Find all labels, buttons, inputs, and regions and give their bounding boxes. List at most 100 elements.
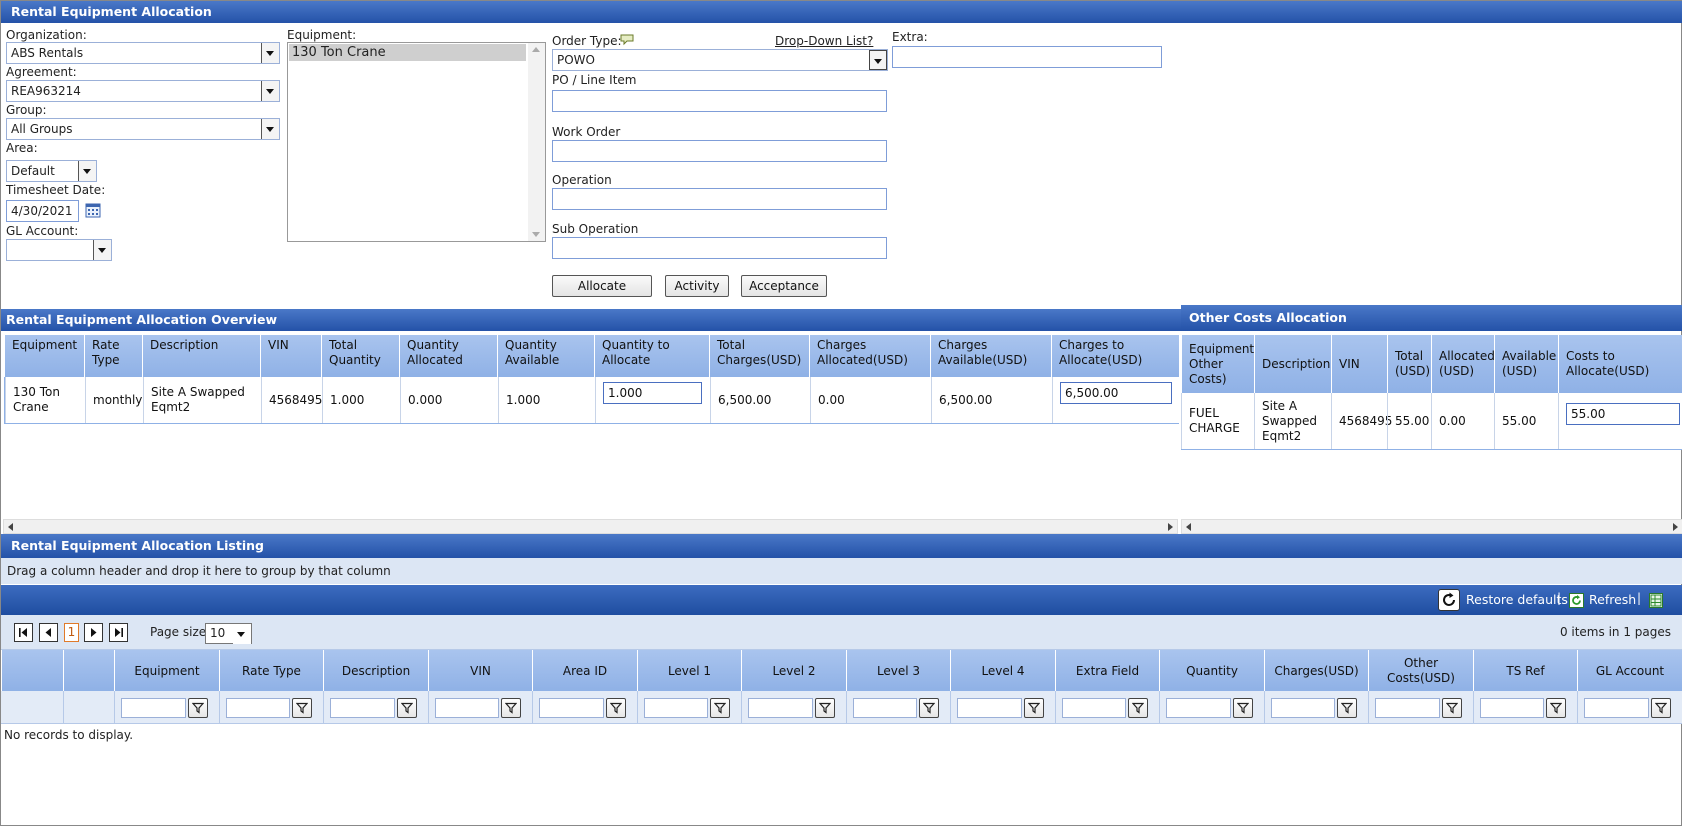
other-costs-horizontal-scrollbar[interactable] xyxy=(1181,519,1682,534)
first-page-button[interactable] xyxy=(14,623,33,642)
area-dropdown[interactable]: Default xyxy=(6,160,97,182)
filter-icon[interactable] xyxy=(188,698,208,718)
scroll-up-icon[interactable] xyxy=(532,47,540,52)
chevron-down-icon[interactable] xyxy=(261,119,279,139)
overview-column-header[interactable]: Quantity Available xyxy=(497,335,594,377)
chevron-down-icon[interactable] xyxy=(869,50,887,70)
group-dropdown[interactable]: All Groups xyxy=(6,118,280,140)
overview-column-header[interactable]: Total Quantity xyxy=(321,335,399,377)
listing-column-header[interactable]: TS Ref xyxy=(1473,650,1577,692)
gl-account-dropdown[interactable] xyxy=(6,239,112,261)
overview-column-header[interactable]: Quantity Allocated xyxy=(399,335,497,377)
filter-icon[interactable] xyxy=(1442,698,1462,718)
refresh-icon[interactable] xyxy=(1569,593,1584,608)
other-costs-column-header[interactable]: Total (USD) xyxy=(1387,335,1431,393)
scroll-right-icon[interactable] xyxy=(1673,523,1678,531)
page-size-dropdown[interactable]: 10 xyxy=(205,623,252,644)
listing-column-header[interactable]: VIN xyxy=(428,650,532,692)
overview-column-header[interactable]: Total Charges(USD) xyxy=(709,335,809,377)
filter-icon[interactable] xyxy=(1128,698,1148,718)
listing-column-header[interactable]: Description xyxy=(323,650,428,692)
overview-column-header[interactable]: Charges Available(USD) xyxy=(930,335,1051,377)
listing-column-header[interactable]: Level 4 xyxy=(950,650,1055,692)
filter-icon[interactable] xyxy=(501,698,521,718)
equipment-list-item[interactable]: 130 Ton Crane xyxy=(289,44,526,61)
overview-column-header[interactable]: VIN xyxy=(260,335,321,377)
previous-page-button[interactable] xyxy=(39,623,58,642)
column-filter-input[interactable] xyxy=(121,698,186,718)
other-costs-column-header[interactable]: Allocated (USD) xyxy=(1431,335,1495,393)
column-filter-input[interactable] xyxy=(1062,698,1126,718)
column-filter-input[interactable] xyxy=(957,698,1022,718)
overview-column-header[interactable]: Charges to Allocate(USD) xyxy=(1051,335,1179,377)
listing-column-header[interactable]: Area ID xyxy=(532,650,637,692)
filter-icon[interactable] xyxy=(1337,698,1357,718)
organization-dropdown[interactable]: ABS Rentals xyxy=(6,42,280,64)
listing-column-header[interactable]: Quantity xyxy=(1159,650,1264,692)
listing-column-header[interactable]: Charges(USD) xyxy=(1264,650,1368,692)
extra-input[interactable] xyxy=(892,46,1162,68)
allocate-button[interactable]: Allocate xyxy=(552,275,652,297)
filter-icon[interactable] xyxy=(1651,698,1671,718)
column-filter-input[interactable] xyxy=(1480,698,1544,718)
overview-column-header[interactable]: Equipment xyxy=(4,335,84,377)
listing-column-header[interactable]: Level 2 xyxy=(741,650,846,692)
listing-column-header[interactable]: Level 1 xyxy=(637,650,741,692)
dropdown-list-link[interactable]: Drop-Down List? xyxy=(775,34,873,48)
other-costs-column-header[interactable]: Equipment Other Costs) xyxy=(1181,335,1254,393)
overview-horizontal-scrollbar[interactable] xyxy=(3,519,1178,534)
chevron-down-icon[interactable] xyxy=(78,161,96,181)
agreement-dropdown[interactable]: REA963214 xyxy=(6,80,280,102)
listing-column-header[interactable]: Extra Field xyxy=(1055,650,1159,692)
column-filter-input[interactable] xyxy=(226,698,290,718)
scroll-left-icon[interactable] xyxy=(8,523,13,531)
acceptance-button[interactable]: Acceptance xyxy=(741,275,827,297)
column-filter-input[interactable] xyxy=(748,698,813,718)
column-filter-input[interactable] xyxy=(330,698,395,718)
restore-defaults-icon[interactable] xyxy=(1438,589,1460,611)
costs-to-allocate-input[interactable]: 55.00 xyxy=(1566,403,1680,425)
next-page-button[interactable] xyxy=(84,623,103,642)
restore-defaults-button[interactable]: Restore defaults xyxy=(1466,592,1568,607)
calendar-icon[interactable] xyxy=(85,202,101,218)
column-filter-input[interactable] xyxy=(1584,698,1649,718)
column-filter-input[interactable] xyxy=(435,698,499,718)
column-filter-input[interactable] xyxy=(1166,698,1231,718)
filter-icon[interactable] xyxy=(710,698,730,718)
listing-column-header[interactable]: GL Account xyxy=(1577,650,1682,692)
overview-column-header[interactable]: Charges Allocated(USD) xyxy=(809,335,930,377)
work-order-input[interactable] xyxy=(552,140,887,162)
filter-icon[interactable] xyxy=(1233,698,1253,718)
charges-to-allocate-input[interactable]: 6,500.00 xyxy=(1060,382,1172,404)
chevron-down-icon[interactable] xyxy=(233,624,251,644)
filter-icon[interactable] xyxy=(1546,698,1566,718)
overview-column-header[interactable]: Rate Type xyxy=(84,335,142,377)
chevron-down-icon[interactable] xyxy=(261,43,279,63)
listing-column-header[interactable]: Other Costs(USD) xyxy=(1368,650,1473,692)
column-filter-input[interactable] xyxy=(644,698,708,718)
filter-icon[interactable] xyxy=(919,698,939,718)
refresh-button[interactable]: Refresh xyxy=(1589,592,1636,607)
column-filter-input[interactable] xyxy=(1375,698,1440,718)
order-type-dropdown[interactable]: POWO xyxy=(552,49,888,71)
column-filter-input[interactable] xyxy=(1271,698,1335,718)
comment-icon[interactable] xyxy=(620,34,634,46)
chevron-down-icon[interactable] xyxy=(261,81,279,101)
sub-operation-input[interactable] xyxy=(552,237,887,259)
other-costs-column-header[interactable]: VIN xyxy=(1331,335,1387,393)
scroll-left-icon[interactable] xyxy=(1186,523,1191,531)
listing-column-header[interactable]: Equipment xyxy=(114,650,219,692)
other-costs-column-header[interactable]: Costs to Allocate(USD) xyxy=(1558,335,1682,393)
current-page[interactable]: 1 xyxy=(64,623,79,642)
filter-icon[interactable] xyxy=(1024,698,1044,718)
last-page-button[interactable] xyxy=(109,623,128,642)
scroll-right-icon[interactable] xyxy=(1168,523,1173,531)
listing-column-header[interactable]: Level 3 xyxy=(846,650,950,692)
filter-icon[interactable] xyxy=(606,698,626,718)
overview-column-header[interactable]: Description xyxy=(142,335,260,377)
activity-button[interactable]: Activity xyxy=(665,275,729,297)
operation-input[interactable] xyxy=(552,188,887,210)
equipment-listbox[interactable]: 130 Ton Crane xyxy=(287,42,546,242)
other-costs-column-header[interactable]: Description xyxy=(1254,335,1331,393)
column-filter-input[interactable] xyxy=(853,698,917,718)
